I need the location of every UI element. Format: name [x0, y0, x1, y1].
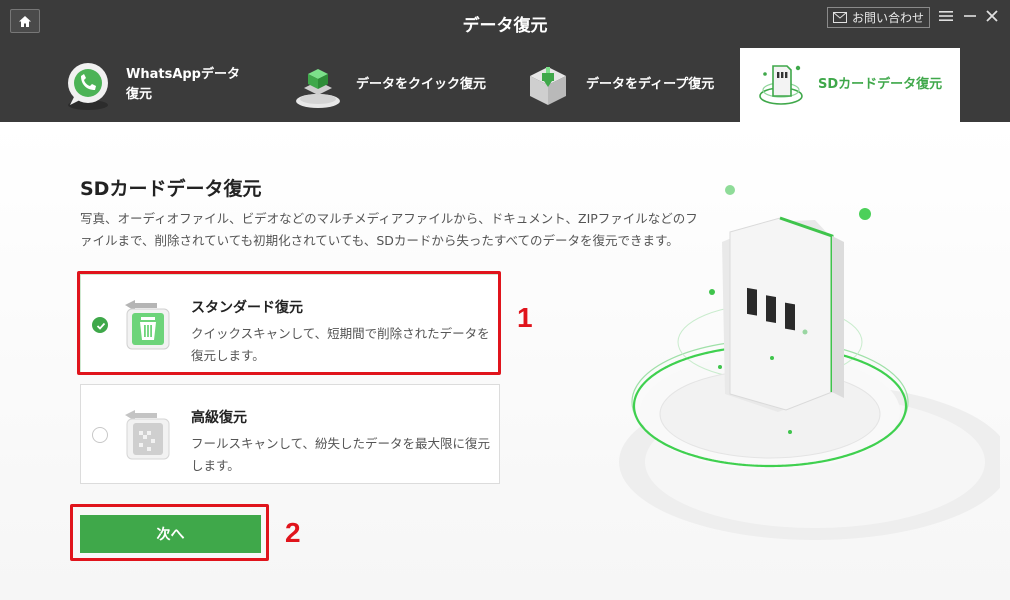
minimize-button[interactable]	[960, 5, 980, 28]
title-bar: データ復元 お問い合わせ WhatsAppデータ復元 データをクイック復元 デー…	[0, 0, 1010, 122]
close-icon	[986, 10, 998, 22]
main-content: SDカードデータ復元 写真、オーディオファイル、ビデオなどのマルチメディアファイ…	[0, 122, 1010, 600]
tab-sd-card-recovery[interactable]: SDカードデータ復元	[740, 48, 960, 122]
contact-button[interactable]: お問い合わせ	[827, 7, 930, 28]
tab-whatsapp[interactable]: WhatsAppデータ復元	[60, 48, 260, 122]
page-title: SDカードデータ復元	[80, 178, 262, 200]
tab-label: WhatsAppデータ復元	[126, 67, 240, 102]
step-number-2: 2	[285, 517, 301, 548]
contact-label: お問い合わせ	[851, 11, 924, 25]
tab-label: SDカードデータ復元	[818, 77, 943, 92]
tab-deep-recovery[interactable]: データをディープ復元	[520, 48, 730, 122]
tab-label: データをディープ復元	[586, 77, 715, 92]
step-number-1: 1	[517, 302, 533, 333]
menu-button[interactable]	[936, 5, 956, 28]
whatsapp-phone-icon	[68, 63, 108, 110]
highlight-box-step2	[70, 504, 269, 561]
close-button[interactable]	[982, 5, 1002, 28]
option-radio[interactable]	[92, 427, 108, 443]
mail-icon	[832, 12, 847, 23]
deep-cube-icon	[530, 67, 566, 105]
tab-label: データをクイック復元	[356, 77, 487, 92]
option-advanced-recovery[interactable]: 高級復元 フールスキャンして、紛失したデータを最大限に復元します。	[80, 384, 500, 484]
hamburger-icon	[939, 11, 953, 21]
option-title: 高級復元	[191, 410, 247, 426]
sd-card-icon	[759, 65, 803, 105]
quick-cube-icon	[296, 69, 340, 108]
option-description: フールスキャンして、紛失したデータを最大限に復元します。	[191, 436, 491, 473]
sd-card-illustration	[619, 185, 1000, 540]
highlight-box-step1	[77, 271, 501, 375]
minimize-icon	[964, 15, 976, 17]
file-restore-icon	[125, 410, 170, 460]
tab-quick-recovery[interactable]: データをクイック復元	[290, 48, 490, 122]
